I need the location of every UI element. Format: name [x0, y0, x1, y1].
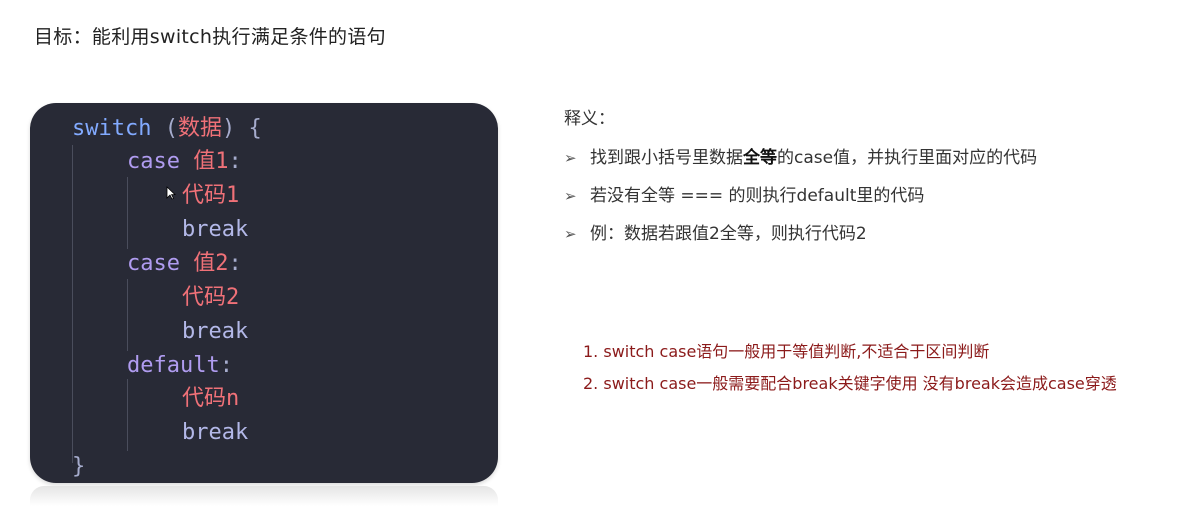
colon: : [219, 353, 233, 378]
default-keyword: default [127, 353, 220, 378]
case-keyword: case [127, 149, 180, 174]
case-value: 值1 [193, 149, 229, 174]
explain-label: 释义： [564, 109, 615, 129]
indent-guide [72, 145, 73, 463]
code-line-close-brace: } [72, 454, 86, 479]
bullet-bold-text: 全等 [743, 148, 777, 168]
code-line-statement: 代码2 [182, 285, 240, 310]
code-line-case2: case 值2: [127, 250, 242, 278]
note-item: 1. switch case语句一般用于等值判断,不适合于区间判断 [583, 342, 990, 361]
code-line-break: break [182, 217, 249, 242]
bullet-text: 若没有全等 === 的则执行default里的代码 [590, 186, 925, 206]
code-line-default: default: [127, 352, 233, 380]
code-line-switch: switch (数据) { [72, 115, 262, 143]
indent-guide [127, 279, 128, 351]
code-line-break: break [182, 319, 249, 344]
explain-bullet: ➢ 找到跟小括号里数据全等的case值，并执行里面对应的代码 [564, 143, 1037, 168]
code-line-case1: case 值1: [127, 148, 242, 176]
switch-expression: 数据 [177, 116, 222, 141]
code-line-statement: 代码1 [182, 183, 240, 208]
page-title: 目标：能利用switch执行满足条件的语句 [34, 26, 386, 48]
colon: : [228, 149, 242, 174]
code-block: switch (数据) { case 值1: 代码1 break case 值2… [30, 103, 498, 483]
note-item: 2. switch case一般需要配合break关键字使用 没有break会造… [583, 374, 1117, 393]
paren-open: ( [151, 116, 178, 141]
arrow-bullet-icon: ➢ [564, 225, 577, 243]
arrow-bullet-icon: ➢ [564, 187, 577, 205]
bullet-text: 的case值，并执行里面对应的代码 [777, 148, 1038, 168]
explain-bullet: ➢ 若没有全等 === 的则执行default里的代码 [564, 181, 924, 206]
indent-guide [127, 177, 128, 249]
paren-close: ) { [222, 116, 262, 141]
case-keyword: case [127, 251, 180, 276]
colon: : [228, 251, 242, 276]
explain-bullet: ➢ 例：数据若跟值2全等，则执行代码2 [564, 219, 867, 244]
mouse-cursor-icon [166, 186, 176, 200]
arrow-bullet-icon: ➢ [564, 149, 577, 167]
bullet-text: 找到跟小括号里数据 [590, 148, 743, 168]
code-line-statement: 代码n [182, 386, 240, 411]
code-line-break: break [182, 420, 249, 445]
switch-keyword: switch [72, 116, 152, 141]
indent-guide [127, 379, 128, 451]
bullet-text: 例：数据若跟值2全等，则执行代码2 [590, 224, 867, 244]
reflection-strip [30, 486, 498, 506]
case-value: 值2 [193, 251, 229, 276]
